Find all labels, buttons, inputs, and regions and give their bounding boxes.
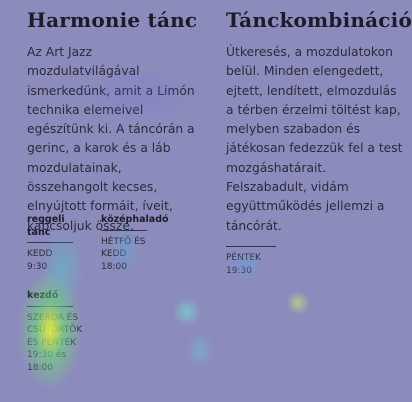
schedule-days: SZERDA ÉS: [27, 312, 79, 323]
harmonie-section: Harmonie tánc Az Art Jazz mozdulatvilágá…: [27, 0, 205, 236]
schedule-label: középhaladó: [101, 214, 169, 225]
divider: [101, 229, 147, 231]
schedule-pentek: PÉNTEK 19:30: [226, 243, 276, 277]
schedule-days: PÉNTEK: [226, 253, 261, 263]
schedule-label-line2: tánc: [27, 226, 51, 238]
schedule-time: 19:30 és: [27, 350, 67, 360]
tanckombinaciok-section: Tánckombinációk Útkeresés, a mozdulatoko…: [226, 0, 412, 236]
schedule-time: 18:00: [101, 261, 127, 272]
schedule-kezdo: kezdő SZERDA ÉS CSÜTÖRTÖK ÉS PÉNTEK 19:3…: [27, 290, 82, 374]
divider: [27, 242, 73, 243]
schedule-time: 9:30: [27, 261, 48, 272]
schedule-time: 19:30: [226, 265, 252, 276]
schedule-time-line2: 18:00: [27, 362, 53, 373]
section-description: Útkeresés, a mozdulatokon belül. Minden …: [226, 45, 403, 233]
schedule-days-line2: KEDD: [101, 249, 127, 259]
schedule-days-line3: ÉS PÉNTEK: [27, 337, 77, 348]
schedule-days: KEDD: [27, 249, 53, 259]
section-description: Az Art Jazz mozdulatvilágával ismerkedün…: [27, 45, 195, 233]
divider: [27, 305, 73, 307]
divider: [226, 246, 276, 247]
schedule-label: reggeli: [27, 214, 65, 225]
section-title: Harmonie tánc: [27, 8, 198, 32]
schedule-reggeli: reggeli tánc KEDD 9:30: [27, 214, 73, 273]
schedule-days-line2: CSÜTÖRTÖK: [27, 325, 83, 335]
section-title: Tánckombinációk: [226, 8, 412, 32]
schedule-days: HÉTFŐ ÉS: [101, 236, 146, 247]
schedule-kozephalado: középhaladó HÉTFŐ ÉS KEDD 18:00: [101, 214, 169, 273]
schedule-label: kezdő: [27, 290, 59, 301]
